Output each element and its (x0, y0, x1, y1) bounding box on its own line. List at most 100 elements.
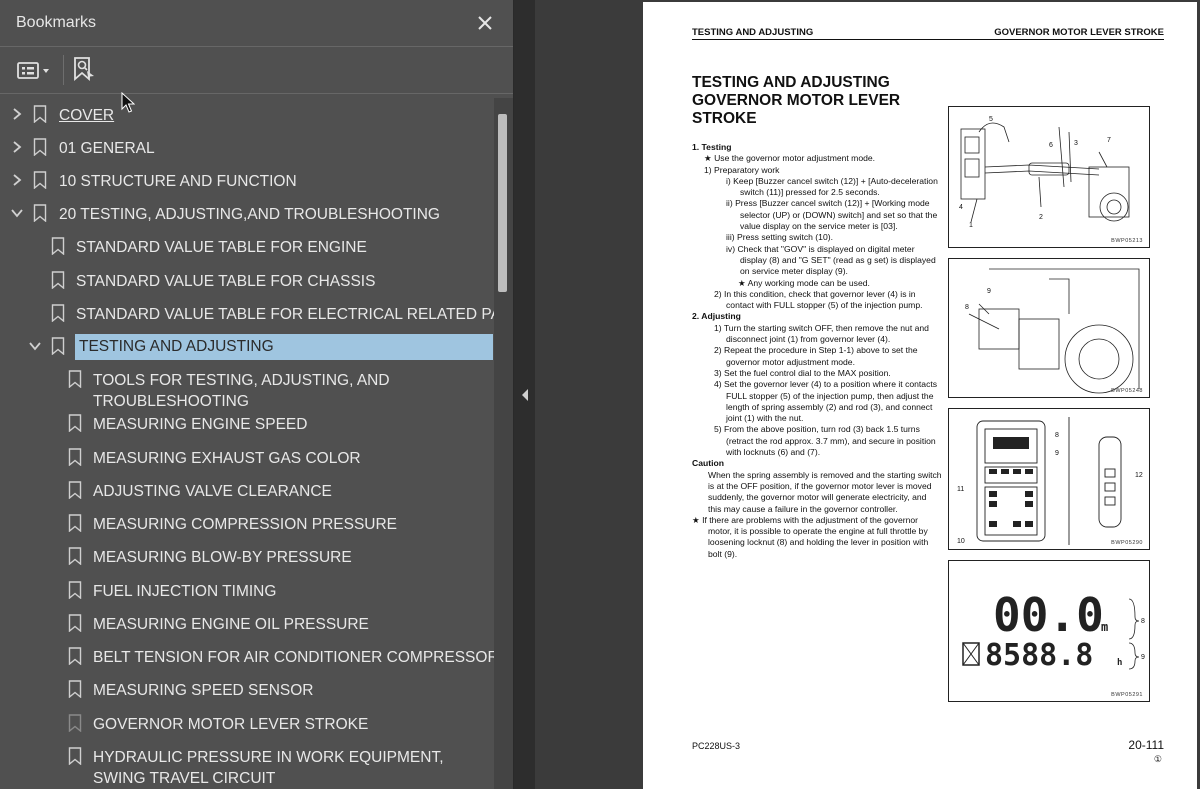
bookmark-icon (51, 337, 65, 355)
chevron-right-icon[interactable] (10, 107, 24, 121)
monitor-drawing: 8 9 11 12 10 (957, 417, 1143, 545)
figure-monitor-panel: 8 9 11 12 10 BWP05290 (948, 408, 1150, 550)
chevron-down-icon[interactable] (28, 339, 42, 353)
bookmark-item[interactable]: BELT TENSION FOR AIR CONDITIONER COMPRES… (0, 640, 494, 673)
bookmark-label: TESTING AND ADJUSTING (75, 334, 493, 360)
list-options-icon (17, 62, 49, 79)
bookmark-item[interactable]: FUEL INJECTION TIMING (0, 574, 494, 607)
bookmark-item[interactable]: MEASURING COMPRESSION PRESSURE (0, 507, 494, 540)
page-header-right: GOVERNOR MOTOR LEVER STROKE (994, 27, 1164, 38)
bookmark-item[interactable]: MEASURING ENGINE SPEED (0, 407, 494, 440)
fig3-label: 8 (1055, 432, 1059, 439)
bookmark-icon (68, 414, 82, 432)
fig3-label: 9 (1055, 450, 1059, 457)
bookmark-label: HYDRAULIC PRESSURE IN WORK EQUIPMENT, SW… (93, 749, 444, 787)
bookmark-label: 20 TESTING, ADJUSTING,AND TROUBLESHOOTIN… (59, 206, 440, 223)
bookmark-item[interactable]: MEASURING BLOW-BY PRESSURE (0, 540, 494, 573)
bookmark-label: FUEL INJECTION TIMING (93, 583, 277, 600)
bookmark-tree: COVER 01 GENERAL 10 STRUCTURE AND FUNCTION… (0, 98, 494, 789)
document-viewer[interactable]: TESTING AND ADJUSTING GOVERNOR MOTOR LEV… (535, 0, 1200, 789)
bookmark-icon (68, 547, 82, 565)
body-paragraph: 1) Turn the starting switch OFF, then re… (714, 322, 929, 345)
bookmark-item[interactable]: 20 TESTING, ADJUSTING,AND TROUBLESHOOTIN… (0, 197, 494, 230)
bookmark-label: MEASURING COMPRESSION PRESSURE (93, 516, 398, 533)
section-body: 1. Testing ★ Use the governor motor adjus… (692, 142, 942, 560)
bookmark-label: MEASURING ENGINE SPEED (93, 416, 308, 433)
display-top-value: 00.0 (993, 588, 1104, 642)
bookmark-item[interactable]: GOVERNOR MOTOR LEVER STROKE (0, 707, 494, 740)
bookmark-label: 10 STRUCTURE AND FUNCTION (59, 173, 297, 190)
body-paragraph: ★ Use the governor motor adjustment mode… (704, 153, 876, 164)
bookmark-label: GOVERNOR MOTOR LEVER STROKE (93, 716, 369, 733)
panel-splitter[interactable] (514, 0, 535, 789)
bookmark-item[interactable]: 01 GENERAL (0, 131, 494, 164)
bookmark-icon (51, 237, 65, 255)
fig1-label: 2 (1039, 214, 1043, 221)
figure-code: BWP05291 (1111, 692, 1143, 698)
scrollbar-thumb[interactable] (498, 114, 507, 292)
panel-title: Bookmarks (16, 14, 97, 31)
body-paragraph: iv) Check that "GOV" is displayed on dig… (726, 243, 936, 277)
fig3-label: 11 (957, 486, 964, 493)
bookmark-label: MEASURING ENGINE OIL PRESSURE (93, 616, 369, 633)
display-drawing: 00.0 8588.8 m h 8 9 (962, 588, 1145, 673)
bookmark-item[interactable]: ADJUSTING VALVE CLEARANCE (0, 474, 494, 507)
chevron-down-icon[interactable] (10, 206, 24, 220)
footer-revision-mark: ① (1153, 754, 1162, 764)
body-paragraph: ★ Any working mode can be used. (738, 277, 870, 288)
close-panel-button[interactable] (472, 10, 498, 36)
bookmark-label: BELT TENSION FOR AIR CONDITIONER COMPRES… (93, 649, 494, 666)
figure-code: BWP05213 (1111, 238, 1143, 244)
figure-code: BWP05248 (1111, 388, 1143, 394)
options-menu-button[interactable] (14, 57, 56, 83)
body-paragraph: 2) In this condition, check that governo… (714, 288, 923, 311)
bookmark-item[interactable]: MEASURING ENGINE OIL PRESSURE (0, 607, 494, 640)
bookmark-item[interactable]: COVER (0, 98, 494, 131)
find-current-bookmark-button[interactable] (70, 55, 98, 85)
fig1-label: 6 (1049, 142, 1053, 149)
fig1-label: 5 (989, 116, 993, 123)
body-paragraph: 1) Preparatory work (704, 164, 780, 175)
fig3-label: 12 (1135, 472, 1143, 479)
figure-governor-linkage: 5 6 3 7 4 1 2 BWP05213 (948, 106, 1150, 248)
footer-model: PC228US-3 (692, 741, 741, 751)
bookmark-item[interactable]: STANDARD VALUE TABLE FOR ENGINE (0, 230, 494, 263)
toolbar-divider (63, 55, 64, 85)
bookmarks-toolbar (0, 47, 513, 94)
body-paragraph: When the spring assembly is removed and … (708, 469, 942, 514)
chevron-right-icon[interactable] (10, 140, 24, 154)
bookmark-scrollbar[interactable] (494, 98, 513, 789)
bookmark-icon (33, 171, 47, 189)
panel-header: Bookmarks (0, 0, 513, 47)
fig2-label: 8 (965, 304, 969, 311)
fig4-label: 8 (1141, 618, 1145, 625)
bookmark-item[interactable]: 10 STRUCTURE AND FUNCTION (0, 164, 494, 197)
display-bottom-unit: h (1117, 658, 1122, 668)
bookmark-icon (68, 714, 82, 732)
fig3-label: 10 (957, 538, 965, 545)
bookmark-item[interactable]: STANDARD VALUE TABLE FOR ELECTRICAL RELA… (0, 297, 494, 330)
close-icon (478, 16, 492, 30)
bookmark-icon (33, 138, 47, 156)
body-paragraph: 1. Testing (692, 142, 732, 152)
bookmark-item[interactable]: MEASURING EXHAUST GAS COLOR (0, 441, 494, 474)
fig1-label: 3 (1074, 140, 1078, 147)
bookmarks-panel: Bookmarks COVER 01 GENERAL 10 STRUCTURE … (0, 0, 514, 789)
collapse-panel-icon[interactable] (520, 388, 530, 402)
bookmark-icon (68, 581, 82, 599)
body-paragraph: 2) Repeat the procedure in Step 1-1) abo… (714, 345, 918, 367)
section-title: TESTING AND ADJUSTING GOVERNOR MOTOR LEV… (692, 74, 901, 127)
bookmark-item[interactable]: STANDARD VALUE TABLE FOR CHASSIS (0, 264, 494, 297)
body-paragraph: i) Keep [Buzzer cancel switch (12)] + [A… (726, 175, 938, 198)
bookmark-icon (68, 614, 82, 632)
bookmark-item[interactable]: HYDRAULIC PRESSURE IN WORK EQUIPMENT, SW… (0, 740, 494, 789)
bookmark-icon (68, 514, 82, 532)
chevron-right-icon[interactable] (10, 173, 24, 187)
bookmark-icon (68, 481, 82, 499)
bookmark-icon (33, 105, 47, 123)
bookmark-icon (68, 647, 82, 665)
bookmark-item[interactable]: TESTING AND ADJUSTING (0, 330, 494, 363)
body-paragraph: iii) Press setting switch (10). (726, 232, 833, 243)
display-bottom-value: 8588.8 (985, 638, 1093, 673)
bookmark-item[interactable]: MEASURING SPEED SENSOR (0, 673, 494, 706)
